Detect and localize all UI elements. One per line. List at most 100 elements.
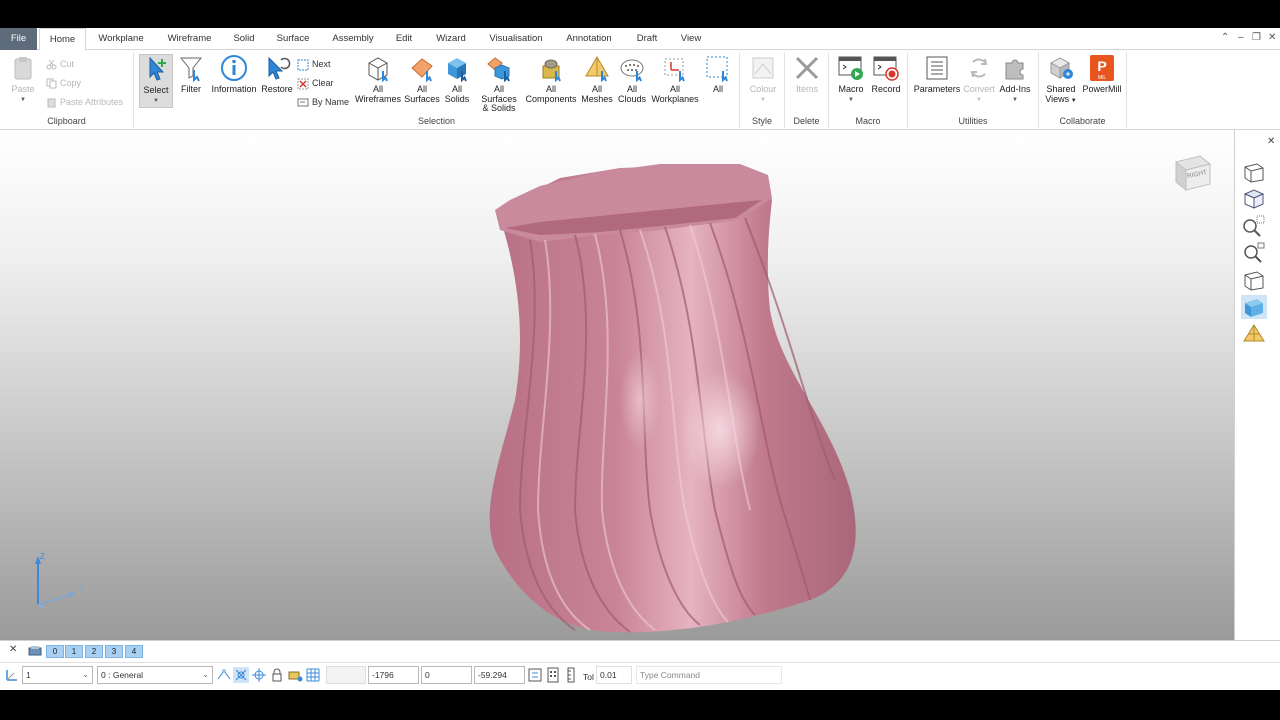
vase-model[interactable] [0, 130, 1234, 640]
zoom-fit-button[interactable] [1241, 241, 1267, 265]
close-panel-icon[interactable]: ✕ [1267, 136, 1275, 147]
clear-button[interactable]: Clear [297, 75, 334, 91]
colour-label: Colour [749, 84, 777, 94]
clear-selection-icon [297, 78, 309, 90]
workplane-axis-icon [6, 670, 17, 681]
chevron-down-icon: ⌄ [82, 670, 89, 679]
coordinate-mode-icon[interactable] [527, 667, 543, 683]
smart-cursor-icon[interactable] [233, 667, 249, 683]
axis-z-label: Z [40, 552, 45, 561]
cut-button[interactable]: Cut [46, 56, 74, 72]
select-all-components-button[interactable]: All Components [524, 54, 578, 104]
restore-selection-button[interactable]: Restore [261, 54, 293, 95]
collaborate-group: Shared Views ▼ P MIL PowerMill Collaborate [1039, 52, 1127, 128]
ruler-icon[interactable] [563, 667, 579, 683]
workplane-select[interactable]: 1 ⌄ [22, 666, 93, 684]
tab-file[interactable]: File [0, 28, 37, 50]
tab-wireframe[interactable]: Wireframe [162, 28, 217, 50]
grid-icon[interactable] [305, 667, 321, 683]
tab-view[interactable]: View [677, 28, 705, 50]
filter-button[interactable]: Filter [176, 54, 206, 95]
shared-views-button[interactable]: Shared Views ▼ [1042, 54, 1080, 106]
convert-button[interactable]: Convert ▼ [962, 54, 996, 105]
zoom-box-button[interactable] [1241, 214, 1267, 238]
copy-button[interactable]: Copy [46, 75, 81, 91]
record-button[interactable]: Record [869, 54, 903, 95]
add-ins-button[interactable]: Add-Ins ▼ [997, 54, 1033, 105]
command-input[interactable]: Type Command [636, 666, 782, 684]
powermill-button[interactable]: P MIL PowerMill [1080, 54, 1124, 95]
tab-surface[interactable]: Surface [272, 28, 314, 50]
select-all-wireframes-button[interactable]: All Wireframes [353, 54, 403, 104]
snap-grid-icon[interactable] [216, 667, 232, 683]
tab-annotation[interactable]: Annotation [562, 28, 616, 50]
filter-icon [179, 57, 203, 82]
measure-icon[interactable] [287, 667, 303, 683]
layer-chip[interactable]: 1 [65, 645, 83, 658]
snap-points-icon[interactable] [251, 667, 267, 683]
next-button[interactable]: Next [297, 56, 331, 72]
select-all-meshes-button[interactable]: All Meshes [578, 54, 616, 104]
select-all-clouds-button[interactable]: All Clouds [616, 54, 648, 104]
tab-edit[interactable]: Edit [392, 28, 416, 50]
calculator-icon[interactable] [545, 667, 561, 683]
select-all-workplanes-button[interactable]: All Workplanes [649, 54, 701, 104]
mesh-shading-button[interactable] [1241, 322, 1267, 346]
tab-draft[interactable]: Draft [632, 28, 662, 50]
select-all-solids-button[interactable]: All Solids [441, 54, 473, 104]
select-button[interactable]: Select ▼ [139, 54, 173, 108]
collaborate-group-label: Collaborate [1059, 116, 1106, 126]
select-all-surfaces-button[interactable]: All Surfaces [403, 54, 441, 104]
layer-bar: ✕ 0 1 2 3 4 [0, 640, 1280, 660]
wireframe-shading-button[interactable] [1241, 268, 1267, 292]
chevron-down-icon: ▼ [1012, 96, 1018, 103]
cube-icon [1243, 189, 1265, 209]
view-cube[interactable]: RIGHT [1172, 152, 1214, 192]
parameters-button[interactable]: Parameters [913, 54, 961, 95]
coordinate-x-field[interactable]: -1796 [368, 666, 419, 684]
delete-items-button[interactable]: Items [791, 54, 823, 95]
close-layer-bar-icon[interactable]: ✕ [9, 644, 17, 655]
layer-chip[interactable]: 4 [125, 645, 143, 658]
tab-home[interactable]: Home [39, 28, 86, 51]
lock-icon[interactable] [269, 667, 285, 683]
level-select[interactable]: 0 : General ⌄ [97, 666, 213, 684]
record-icon [873, 56, 899, 81]
macro-label: Macro [838, 84, 864, 94]
information-button[interactable]: Information [210, 54, 258, 95]
tab-workplane[interactable]: Workplane [92, 28, 150, 50]
all-wireframes-label-1: All [372, 84, 383, 94]
paste-attributes-button[interactable]: Paste Attributes [46, 94, 123, 110]
layers-icon[interactable] [28, 645, 42, 657]
minimize-button[interactable]: – [1238, 32, 1244, 43]
axis-y-label: Y [78, 582, 84, 591]
select-by-name-button[interactable]: By Name [297, 94, 349, 110]
tab-visualisation[interactable]: Visualisation [485, 28, 547, 50]
copy-label: Copy [60, 78, 82, 88]
colour-button[interactable]: Colour ▼ [746, 54, 780, 105]
layer-chip[interactable]: 2 [85, 645, 103, 658]
shaded-view-button[interactable] [1241, 295, 1267, 319]
view-cube-reset-button[interactable] [1241, 187, 1267, 211]
tab-wizard[interactable]: Wizard [432, 28, 470, 50]
tolerance-value: 0.01 [600, 670, 617, 680]
coordinate-y-field[interactable]: 0 [421, 666, 472, 684]
coordinate-z-field[interactable]: -59.294 [474, 666, 525, 684]
all-workplanes-label-1: All [669, 84, 680, 94]
restore-button[interactable]: ❐ [1252, 32, 1261, 43]
tolerance-field[interactable]: 0.01 [596, 666, 632, 684]
macro-button[interactable]: Macro ▼ [834, 54, 868, 105]
layer-chip[interactable]: 0 [46, 645, 64, 658]
add-ins-label: Add-Ins [999, 84, 1031, 94]
tab-solid[interactable]: Solid [228, 28, 260, 50]
select-all-button[interactable]: All [702, 54, 734, 95]
parameters-icon [926, 56, 948, 80]
view-iso-button[interactable] [1241, 160, 1267, 184]
paste-button[interactable]: Paste ▼ [8, 54, 38, 105]
tab-assembly[interactable]: Assembly [327, 28, 379, 50]
graphics-viewport[interactable]: RIGHT Z Y [0, 130, 1234, 640]
collapse-ribbon-button[interactable]: ⌃ [1221, 32, 1229, 43]
layer-chip[interactable]: 3 [105, 645, 123, 658]
close-button[interactable]: ✕ [1268, 32, 1276, 43]
select-all-surfaces-solids-button[interactable]: All Surfaces & Solids [475, 54, 523, 114]
